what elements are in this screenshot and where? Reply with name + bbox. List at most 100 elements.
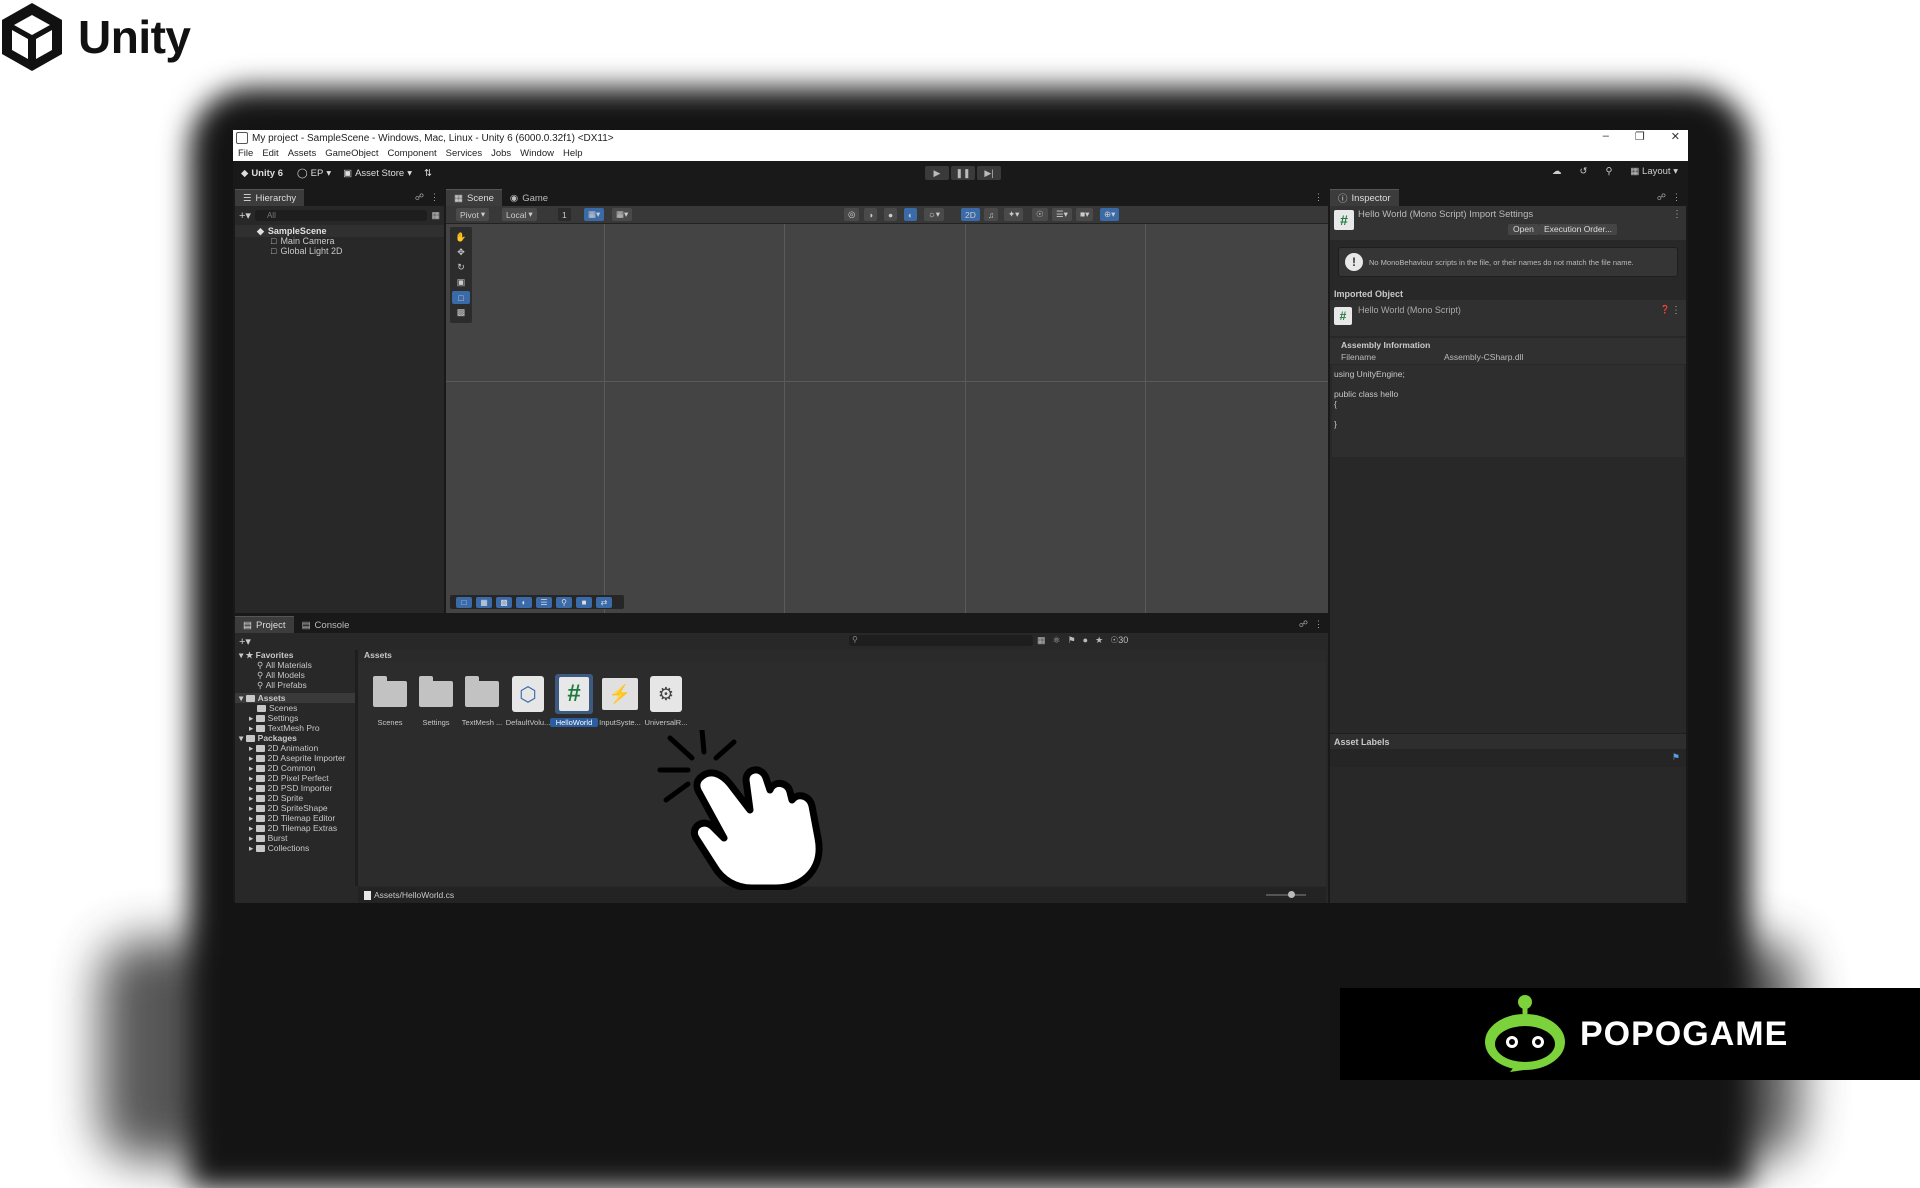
mode-2d-button[interactable]: 2D [961,208,980,221]
pause-button[interactable]: ❚❚ [951,166,975,180]
filter-type-icon[interactable]: ▦ [1037,635,1046,646]
breadcrumb[interactable]: Assets [358,650,1326,662]
tree-package[interactable]: ▸ 2D Aseprite Importer [235,753,355,764]
lock-icon[interactable]: ☍ [1657,192,1666,203]
lock-icon[interactable]: ☍ [1299,619,1308,630]
cloud-icon[interactable]: ☁ [1552,166,1562,177]
local-dropdown[interactable]: Local ▾ [502,208,537,221]
star-icon[interactable]: ★ [1095,635,1103,646]
search-icon[interactable]: ⚲ [1605,166,1612,177]
menu-jobs[interactable]: Jobs [491,148,511,159]
open-button[interactable]: Open [1508,224,1539,235]
menu-file[interactable]: File [238,148,253,159]
tile-icon[interactable]: ▦ [476,596,492,608]
tree-package[interactable]: ▸ 2D Pixel Perfect [235,773,355,784]
kebab-menu-icon[interactable]: ⋮ [1314,192,1323,203]
asset-item[interactable]: ⚙ UniversalR... [642,674,690,727]
tree-folder[interactable]: ▸ TextMesh Pro [235,723,355,734]
camera-dropdown[interactable]: ■▾ [1076,208,1094,221]
layers-dropdown[interactable]: ☰▾ [1052,208,1072,221]
lit-button[interactable]: ● [884,208,898,221]
zoom-icon[interactable]: ⚲ [556,596,572,608]
grid-snap-button[interactable]: ▦▾ [584,208,605,221]
tree-folder[interactable]: ▸ Settings [235,713,355,724]
menu-help[interactable]: Help [563,148,583,159]
tab-inspector[interactable]: ⓘ Inspector [1330,189,1399,206]
rect-select-icon[interactable]: □ [456,596,472,608]
favorites-header[interactable]: ▾ ★ Favorites [235,650,355,661]
menu-services[interactable]: Services [446,148,482,159]
tree-package[interactable]: ▸ 2D Animation [235,743,355,754]
kebab-menu-icon[interactable]: ⋮ [1672,209,1682,220]
unity-version-button[interactable]: ◆ Unity 6 [241,168,283,179]
hierarchy-item[interactable]: □ Global Light 2D [235,245,444,257]
scene-viewport[interactable]: ✋ ✥ ↻ ▣ □ ▩ □ ▦ ▩ ◐ ☰ ⚲ ■ ⇄ [446,224,1328,613]
lock-icon[interactable]: ☍ [415,192,424,203]
tree-package[interactable]: ▸ 2D PSD Importer [235,783,355,794]
rotate-tool-icon[interactable]: ↻ [452,261,470,274]
favorite-item[interactable]: ⚲ All Models [235,670,355,681]
kebab-menu-icon[interactable]: ⋮ [1314,619,1323,630]
paint-icon[interactable]: ◐ [516,596,532,608]
layers-icon[interactable]: ☰ [536,596,552,608]
pivot-dropdown[interactable]: Pivot ▾ [456,208,490,221]
kebab-menu-icon[interactable]: ⋮ [1672,192,1681,203]
menu-gameobject[interactable]: GameObject [325,148,378,159]
grid-size-field[interactable]: 1 [558,208,571,221]
tree-package[interactable]: ▸ 2D Tilemap Extras [235,823,355,834]
render-mode-button[interactable]: ◐ [904,208,918,221]
tag-icon[interactable]: ⚑ [1672,752,1680,763]
menu-component[interactable]: Component [388,148,437,159]
minimize-icon[interactable]: – [1603,130,1609,143]
tab-scene[interactable]: ▦ Scene [446,189,502,206]
layout-dropdown[interactable]: ▦ Layout ▾ [1630,166,1678,177]
rect-tool-icon[interactable]: □ [452,291,470,304]
asset-item[interactable]: TextMesh ... [458,674,506,727]
tab-game[interactable]: ◉ Game [502,190,556,206]
tab-hierarchy[interactable]: ☰ Hierarchy [235,189,305,206]
asset-store-dropdown[interactable]: ▣ Asset Store ▾ [343,168,412,179]
kebab-menu-icon[interactable]: ⋮ [1671,305,1681,316]
account-dropdown[interactable]: ◯ EP ▾ [297,168,331,179]
zoom-slider-thumb[interactable] [1288,891,1295,898]
box-fill-icon[interactable]: ■ [576,596,592,608]
tree-package[interactable]: ▸ 2D Common [235,763,355,774]
transform-tool-icon[interactable]: ▩ [452,306,470,319]
zoom-slider[interactable] [1266,891,1306,898]
move-tool-icon[interactable]: ✥ [452,246,470,259]
packages-header[interactable]: ▾ Packages [235,733,355,744]
hand-tool-icon[interactable]: ✋ [452,231,470,244]
tree-package[interactable]: ▸ 2D Sprite [235,793,355,804]
asset-item-selected[interactable]: # HelloWorld [550,674,598,727]
menu-window[interactable]: Window [520,148,554,159]
history-icon[interactable]: ↺ [1579,166,1587,177]
tree-package[interactable]: ▸ Burst [235,833,355,844]
execution-order-button[interactable]: Execution Order... [1539,224,1618,235]
hierarchy-search-input[interactable]: All [254,210,428,221]
version-control-button[interactable]: ⇅ [424,168,432,179]
warning-icon[interactable]: ● [1083,635,1088,646]
tree-folder[interactable]: Scenes [235,703,355,713]
play-button[interactable]: ▶ [925,166,949,180]
tree-package[interactable]: ▸ 2D SpriteShape [235,803,355,814]
lighting-dropdown[interactable]: ☼▾ [924,208,945,221]
tab-project[interactable]: ▤ Project [235,616,294,633]
menu-edit[interactable]: Edit [262,148,278,159]
step-button[interactable]: ▶| [977,166,1001,180]
audio-button[interactable]: ♫ [984,208,999,221]
palette-icon[interactable]: ▩ [496,596,512,608]
add-button[interactable]: +▾ [239,635,251,648]
asset-item[interactable]: ⬡ DefaultVolu... [504,674,552,727]
favorite-item[interactable]: ⚲ All Materials [235,660,355,671]
shuffle-icon[interactable]: ⇄ [596,596,612,608]
asset-item[interactable]: Scenes [366,674,414,727]
tree-package[interactable]: ▸ Collections [235,843,355,854]
kebab-menu-icon[interactable]: ⋮ [430,192,439,203]
draw-mode-button[interactable]: ◎ [844,208,860,221]
maximize-icon[interactable]: ❐ [1635,130,1645,143]
favorite-item[interactable]: ⚲ All Prefabs [235,680,355,691]
tag-icon[interactable]: ⚑ [1068,635,1076,646]
help-icon[interactable]: ❓ [1660,305,1670,314]
asset-item[interactable]: Settings [412,674,460,727]
scale-tool-icon[interactable]: ▣ [452,276,470,289]
